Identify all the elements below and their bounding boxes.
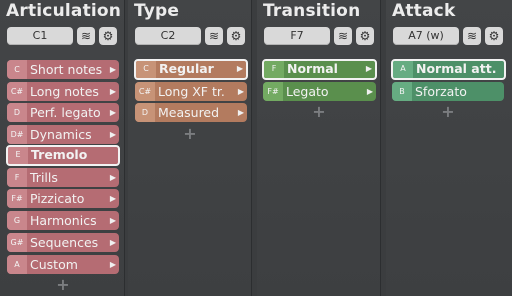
triangle-right-icon: ▶ — [109, 260, 116, 269]
key-selector[interactable]: C2 — [135, 27, 201, 45]
triangle-right-icon: ▶ — [109, 173, 116, 182]
triangle-right-icon: ▶ — [237, 108, 244, 117]
key-label: F — [7, 168, 27, 187]
gear-icon[interactable]: ⚙ — [227, 27, 245, 45]
item-label: Pizzicato — [30, 191, 85, 206]
type-item-regular[interactable]: C Regular ▶ — [134, 59, 248, 80]
transition-item-normal[interactable]: F Normal ▶ — [262, 59, 377, 80]
triangle-right-icon: ▶ — [236, 64, 243, 73]
plus-icon[interactable]: + — [56, 275, 70, 294]
key-label: A — [7, 255, 27, 274]
layers-icon[interactable]: ≋ — [334, 27, 352, 45]
articulation-item-short-notes[interactable]: C Short notes ▶ — [7, 60, 119, 79]
triangle-right-icon: ▶ — [109, 87, 116, 96]
attack-item-sforzato[interactable]: B Sforzato — [392, 82, 504, 101]
triangle-right-icon: ▶ — [109, 130, 116, 139]
attack-panel: Attack A7 (w) ≋ ⚙ A Normal att. B Sforza… — [386, 0, 512, 296]
key-label: E — [8, 147, 28, 164]
key-label: F# — [7, 189, 27, 208]
item-label: Dynamics — [30, 127, 92, 142]
type-item-measured[interactable]: D Measured ▶ — [135, 103, 247, 122]
key-label: G# — [7, 233, 27, 252]
panel-title: Articulation — [6, 1, 122, 21]
articulation-item-perf-legato[interactable]: D Perf. legato ▶ — [7, 103, 119, 122]
item-label: Long notes — [30, 84, 99, 99]
key-label: D — [7, 103, 27, 122]
triangle-right-icon: ▶ — [109, 238, 116, 247]
item-label: Legato — [286, 84, 329, 99]
articulation-item-tremolo[interactable]: E Tremolo — [6, 145, 120, 166]
key-label: C — [7, 60, 27, 79]
item-label: Short notes — [30, 62, 103, 77]
triangle-right-icon: ▶ — [237, 87, 244, 96]
key-label: C — [136, 61, 156, 78]
transition-panel: Transition F7 ≋ ⚙ F Normal ▶ F# Legato ▶… — [257, 0, 381, 296]
key-selector[interactable]: C1 — [7, 27, 73, 45]
key-selector[interactable]: A7 (w) — [393, 27, 459, 45]
panel-title: Attack — [392, 1, 456, 21]
key-label: D — [135, 103, 155, 122]
key-label: C# — [135, 82, 155, 101]
key-label: C# — [7, 82, 27, 101]
articulation-item-pizzicato[interactable]: F# Pizzicato ▶ — [7, 189, 119, 208]
key-label: G — [7, 211, 27, 230]
plus-icon[interactable]: + — [183, 124, 197, 143]
item-label: Custom — [30, 257, 78, 272]
item-label: Normal — [287, 61, 338, 76]
item-label: Trills — [30, 170, 58, 185]
item-label: Sequences — [30, 235, 99, 250]
item-label: Sforzato — [415, 84, 467, 99]
articulation-item-long-notes[interactable]: C# Long notes ▶ — [7, 82, 119, 101]
triangle-right-icon: ▶ — [109, 65, 116, 74]
key-selector[interactable]: F7 — [264, 27, 330, 45]
item-label: Measured — [158, 105, 220, 120]
triangle-right-icon: ▶ — [109, 108, 116, 117]
articulation-item-dynamics[interactable]: D# Dynamics ▶ — [7, 125, 119, 144]
articulation-item-trills[interactable]: F Trills ▶ — [7, 168, 119, 187]
key-label: A — [393, 61, 413, 78]
attack-item-normal-att[interactable]: A Normal att. — [391, 59, 506, 80]
layers-icon[interactable]: ≋ — [205, 27, 223, 45]
type-panel: Type C2 ≋ ⚙ C Regular ▶ C# Long XF tr. ▶… — [128, 0, 252, 296]
articulation-panel: Articulation C1 ≋ ⚙ C Short notes ▶ C# L… — [0, 0, 125, 296]
layers-icon[interactable]: ≋ — [77, 27, 95, 45]
gear-icon[interactable]: ⚙ — [485, 27, 503, 45]
triangle-right-icon: ▶ — [109, 216, 116, 225]
panel-title: Type — [134, 1, 180, 21]
layers-icon[interactable]: ≋ — [463, 27, 481, 45]
gear-icon[interactable]: ⚙ — [356, 27, 374, 45]
triangle-right-icon: ▶ — [366, 87, 373, 96]
key-label: F# — [263, 82, 283, 101]
item-label: Normal att. — [416, 61, 497, 76]
item-label: Perf. legato — [30, 105, 101, 120]
triangle-right-icon: ▶ — [109, 194, 116, 203]
triangle-right-icon: ▶ — [365, 64, 372, 73]
item-label: Tremolo — [31, 147, 88, 162]
gear-icon[interactable]: ⚙ — [99, 27, 117, 45]
plus-icon[interactable]: + — [312, 102, 326, 121]
articulation-item-sequences[interactable]: G# Sequences ▶ — [7, 233, 119, 252]
articulation-item-harmonics[interactable]: G Harmonics ▶ — [7, 211, 119, 230]
articulation-item-custom[interactable]: A Custom ▶ — [7, 255, 119, 274]
item-label: Long XF tr. — [158, 84, 225, 99]
key-label: B — [392, 82, 412, 101]
key-label: F — [264, 61, 284, 78]
type-item-long-xf-tr[interactable]: C# Long XF tr. ▶ — [135, 82, 247, 101]
panel-title: Transition — [263, 1, 361, 21]
item-label: Harmonics — [30, 213, 97, 228]
key-label: D# — [7, 125, 27, 144]
transition-item-legato[interactable]: F# Legato ▶ — [263, 82, 376, 101]
plus-icon[interactable]: + — [441, 102, 455, 121]
item-label: Regular — [159, 61, 214, 76]
